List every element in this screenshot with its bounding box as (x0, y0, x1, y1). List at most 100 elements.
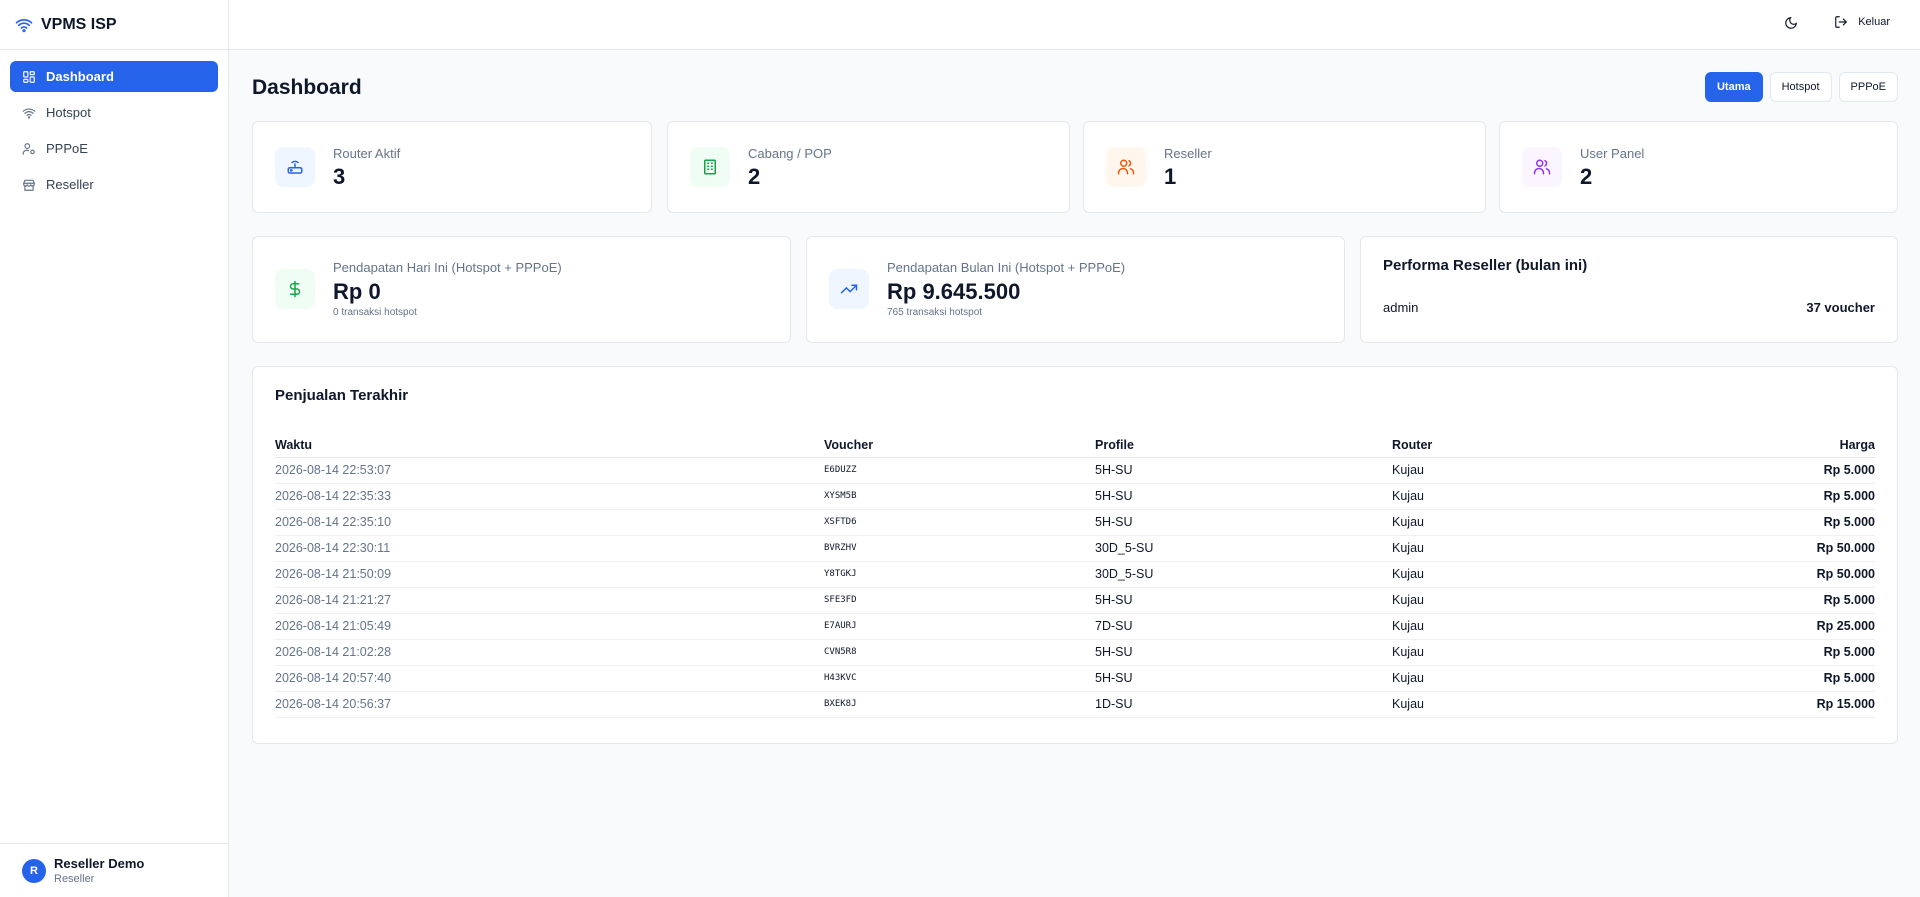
column-header-profile: Profile (1095, 433, 1392, 458)
cell-voucher: SFE3FD (824, 587, 1095, 614)
logout-icon (1834, 15, 1848, 29)
sidebar-item-label: PPPoE (46, 141, 88, 156)
topbar: Keluar (229, 0, 1920, 50)
revenue-label: Pendapatan Bulan Ini (Hotspot + PPPoE) (887, 260, 1126, 275)
table-row: 2026-08-14 22:30:11 BVRZHV 30D_5-SU Kuja… (275, 535, 1875, 562)
cell-time: 2026-08-14 22:35:10 (275, 509, 824, 536)
cell-price: Rp 5.000 (1630, 665, 1875, 692)
stat-value: 1 (1164, 164, 1177, 189)
trending-up-icon (829, 269, 869, 309)
stat-label: Router Aktif (333, 146, 401, 161)
main-content: Dashboard Utama Hotspot PPPoE Router Akt… (229, 50, 1920, 897)
table-row: 2026-08-14 21:21:27 SFE3FD 5H-SU Kujau R… (275, 587, 1875, 614)
cell-price: Rp 5.000 (1630, 639, 1875, 666)
tab-hotspot[interactable]: Hotspot (1769, 72, 1832, 102)
column-header-voucher: Voucher (824, 433, 1095, 458)
stat-card-router: Router Aktif 3 (252, 121, 652, 213)
cell-price: Rp 50.000 (1630, 535, 1875, 562)
wifi-icon (15, 16, 33, 34)
cell-voucher: XSFTD6 (824, 509, 1095, 536)
stat-card-user-panel: User Panel 2 (1499, 121, 1898, 213)
cell-profile: 30D_5-SU (1095, 535, 1392, 562)
cell-router: Kujau (1392, 665, 1630, 692)
sidebar-item-label: Reseller (46, 177, 94, 192)
stat-label: Reseller (1164, 146, 1212, 161)
cell-voucher: Y8TGKJ (824, 561, 1095, 588)
revenue-month-card: Pendapatan Bulan Ini (Hotspot + PPPoE) R… (806, 236, 1345, 343)
performance-voucher-count: 37 voucher (1806, 300, 1875, 315)
sidebar-item-pppoe[interactable]: PPPoE (10, 133, 218, 164)
cell-time: 2026-08-14 20:56:37 (275, 691, 824, 718)
cell-voucher: H43KVC (824, 665, 1095, 692)
table-row: 2026-08-14 22:53:07 E6DUZZ 5H-SU Kujau R… (275, 457, 1875, 484)
cell-price: Rp 15.000 (1630, 691, 1875, 718)
cell-profile: 5H-SU (1095, 457, 1392, 484)
cell-router: Kujau (1392, 483, 1630, 510)
tab-pppoe[interactable]: PPPoE (1838, 72, 1898, 102)
stat-card-reseller: Reseller 1 (1083, 121, 1486, 213)
recent-sales-title: Penjualan Terakhir (275, 387, 409, 404)
performance-reseller-name: admin (1383, 300, 1419, 315)
cell-price: Rp 5.000 (1630, 483, 1875, 510)
cell-time: 2026-08-14 21:21:27 (275, 587, 824, 614)
brand[interactable]: VPMS ISP (0, 0, 228, 50)
sidebar-item-label: Hotspot (46, 105, 91, 120)
sidebar-item-hotspot[interactable]: Hotspot (10, 97, 218, 128)
avatar: R (22, 858, 46, 883)
revenue-label: Pendapatan Hari Ini (Hotspot + PPPoE) (333, 260, 562, 275)
cell-time: 2026-08-14 20:57:40 (275, 665, 824, 692)
cell-profile: 5H-SU (1095, 587, 1392, 614)
wifi-icon (22, 106, 36, 120)
cell-router: Kujau (1392, 587, 1630, 614)
user-cog-icon (22, 142, 36, 156)
cell-router: Kujau (1392, 535, 1630, 562)
cell-price: Rp 50.000 (1630, 561, 1875, 588)
logout-button[interactable]: Keluar (1834, 15, 1890, 29)
moon-icon (1784, 16, 1798, 35)
users-icon (1106, 147, 1146, 187)
tab-utama[interactable]: Utama (1704, 72, 1763, 102)
recent-sales-table: Waktu Voucher Profile Router Harga 2026-… (275, 433, 1875, 718)
cell-voucher: XYSM5B (824, 483, 1095, 510)
cell-time: 2026-08-14 21:50:09 (275, 561, 824, 588)
recent-sales-card: Penjualan Terakhir Waktu Voucher Profile… (252, 366, 1898, 744)
cell-profile: 5H-SU (1095, 665, 1392, 692)
router-icon (275, 147, 315, 187)
theme-toggle-button[interactable] (1782, 16, 1800, 34)
table-row: 2026-08-14 22:35:33 XYSM5B 5H-SU Kujau R… (275, 483, 1875, 510)
user-profile[interactable]: R Reseller Demo Reseller (0, 843, 228, 897)
stat-value: 2 (1580, 164, 1593, 189)
mode-tabs: Utama Hotspot PPPoE (1704, 72, 1898, 102)
cell-router: Kujau (1392, 561, 1630, 588)
sidebar: VPMS ISP Dashboard Hotspot PPPoE Reselle… (0, 0, 229, 897)
cell-time: 2026-08-14 22:30:11 (275, 535, 824, 562)
stat-label: Cabang / POP (748, 146, 832, 161)
store-icon (22, 178, 36, 192)
logout-label: Keluar (1858, 16, 1890, 28)
revenue-subtext: 0 transaksi hotspot (333, 307, 417, 318)
table-row: 2026-08-14 21:05:49 E7AURJ 7D-SU Kujau R… (275, 613, 1875, 640)
stat-value: 3 (333, 164, 346, 189)
cell-router: Kujau (1392, 613, 1630, 640)
cell-router: Kujau (1392, 691, 1630, 718)
column-header-waktu: Waktu (275, 433, 824, 458)
sidebar-item-reseller[interactable]: Reseller (10, 169, 218, 200)
revenue-today-card: Pendapatan Hari Ini (Hotspot + PPPoE) Rp… (252, 236, 791, 343)
cell-time: 2026-08-14 22:35:33 (275, 483, 824, 510)
cell-price: Rp 25.000 (1630, 613, 1875, 640)
table-header-row: Waktu Voucher Profile Router Harga (275, 433, 1875, 458)
cell-profile: 1D-SU (1095, 691, 1392, 718)
user-name: Reseller Demo (54, 855, 145, 871)
cell-voucher: BVRZHV (824, 535, 1095, 562)
users-icon (1522, 147, 1562, 187)
performance-row: admin 37 voucher (1383, 300, 1875, 315)
stat-value: 2 (748, 164, 761, 189)
cell-profile: 5H-SU (1095, 639, 1392, 666)
table-row: 2026-08-14 21:02:28 CVN5R8 5H-SU Kujau R… (275, 639, 1875, 666)
building-icon (690, 147, 730, 187)
cell-time: 2026-08-14 21:05:49 (275, 613, 824, 640)
sidebar-item-dashboard[interactable]: Dashboard (10, 61, 218, 92)
table-row: 2026-08-14 21:50:09 Y8TGKJ 30D_5-SU Kuja… (275, 561, 1875, 588)
cell-voucher: BXEK8J (824, 691, 1095, 718)
table-row: 2026-08-14 20:57:40 H43KVC 5H-SU Kujau R… (275, 665, 1875, 692)
